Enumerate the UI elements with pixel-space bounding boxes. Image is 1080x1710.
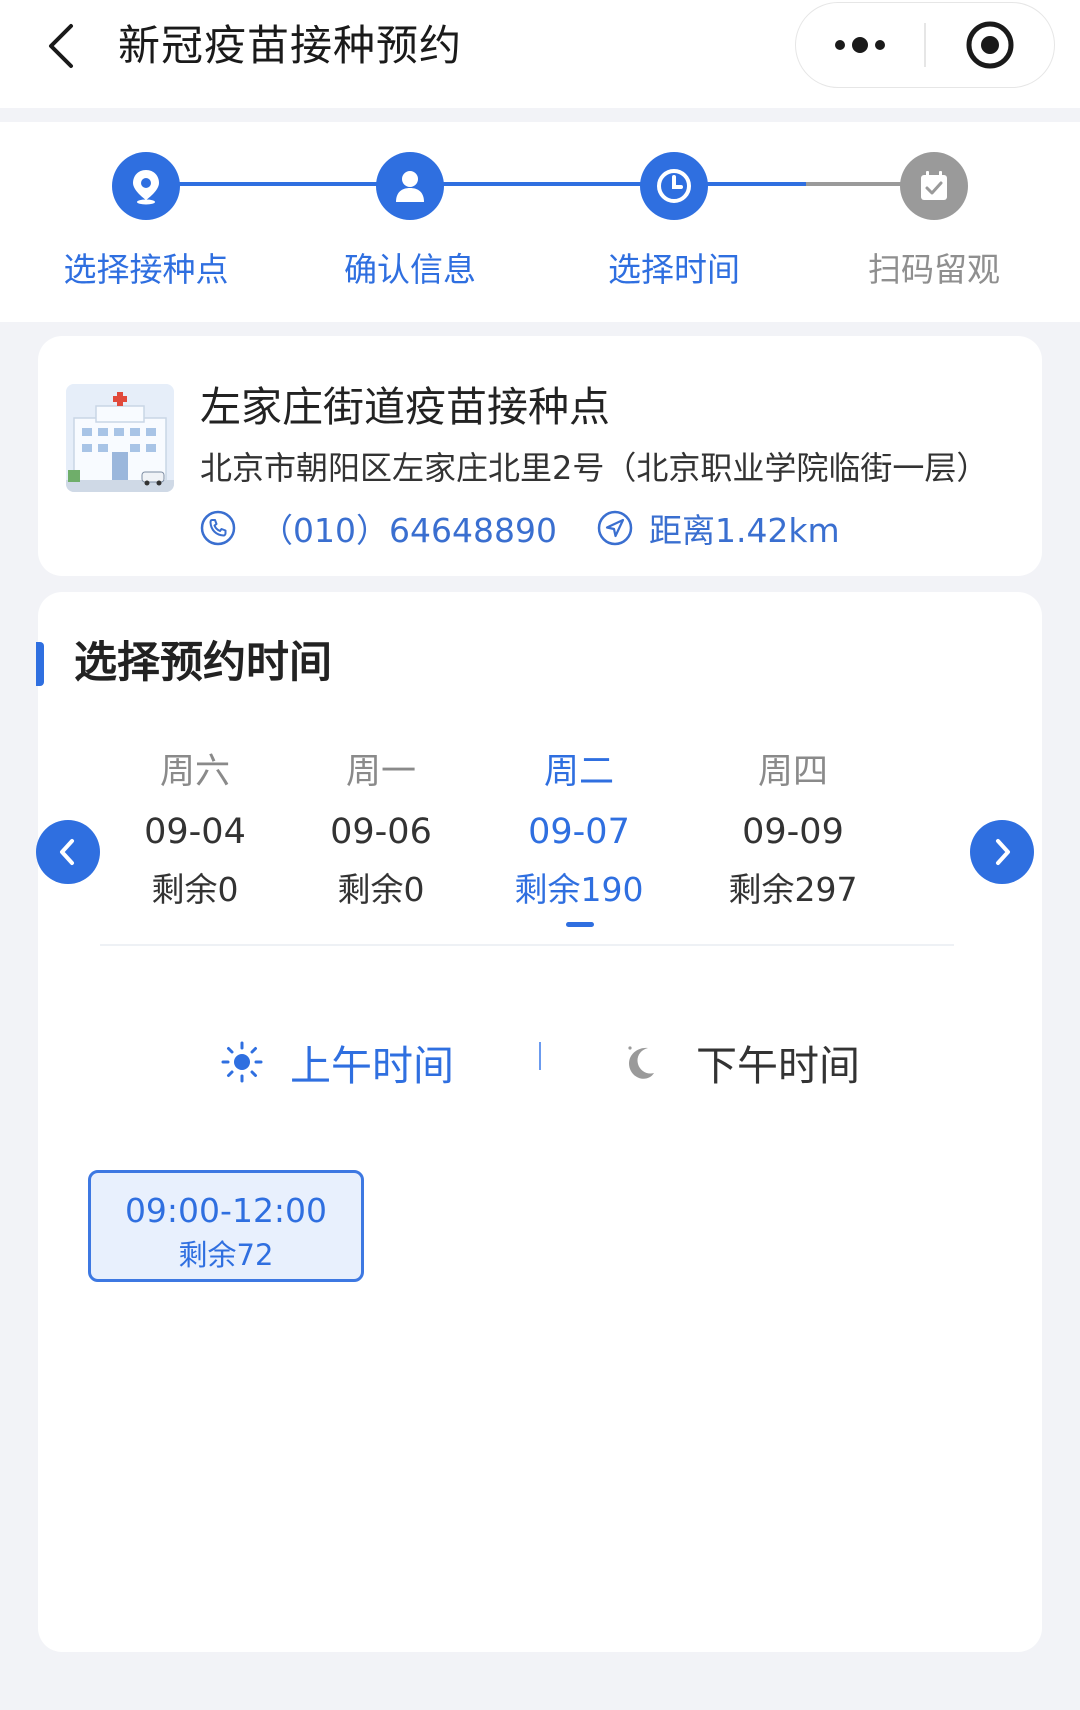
chevron-left-icon — [49, 24, 73, 68]
step-2-circle — [376, 152, 444, 220]
step-connector — [146, 182, 410, 186]
date-weekday: 周四 — [757, 752, 828, 792]
step-3-circle — [640, 152, 708, 220]
chevron-right-icon — [996, 839, 1010, 865]
mini-program-capsule — [795, 2, 1055, 88]
date-value: 09-06 — [330, 812, 432, 852]
date-weekday: 周一 — [345, 752, 416, 792]
hospital-building-icon — [66, 384, 174, 492]
period-divider — [539, 1042, 541, 1070]
date-value: 09-04 — [144, 812, 246, 852]
clock-icon — [657, 169, 691, 203]
close-mini-program-button[interactable] — [926, 3, 1055, 87]
prev-date-button[interactable] — [36, 820, 100, 884]
site-contact-row: （010）64648890 距离1.42km — [198, 506, 840, 550]
step-1-label: 选择接种点 — [63, 250, 229, 289]
location-pin-icon — [133, 170, 159, 205]
section-title: 选择预约时间 — [74, 638, 332, 688]
hospital-image — [66, 384, 174, 492]
more-button[interactable] — [796, 3, 924, 87]
step-1-circle — [112, 152, 180, 220]
sun-icon — [221, 1041, 263, 1083]
tab-morning[interactable]: 上午时间 — [220, 1032, 454, 1092]
time-slot-selected[interactable]: 09:00-12:00 剩余72 — [88, 1170, 364, 1282]
site-info-card: 左家庄街道疫苗接种点 北京市朝阳区左家庄北里2号（北京职业学院临街一层） （01… — [38, 336, 1042, 576]
date-remaining: 剩余297 — [728, 870, 858, 909]
step-2-label: 确认信息 — [344, 250, 476, 289]
site-name: 左家庄街道疫苗接种点 — [200, 383, 610, 431]
target-close-icon — [966, 21, 1014, 69]
date-remaining: 剩余0 — [151, 870, 239, 909]
date-option[interactable]: 周一 09-06 剩余0 — [296, 742, 466, 916]
top-nav-bar: 新冠疫苗接种预约 — [0, 0, 1080, 108]
date-selector: 周六 09-04 剩余0 周一 09-06 剩余0 周二 09-07 剩余190… — [36, 742, 1042, 942]
site-address: 北京市朝阳区左家庄北里2号（北京职业学院临街一层） — [200, 449, 989, 487]
period-tabs: 上午时间 下午时间 — [38, 1032, 1042, 1112]
step-connector — [410, 182, 674, 186]
date-remaining: 剩余0 — [337, 870, 425, 909]
tab-afternoon-label: 下午时间 — [696, 1042, 860, 1090]
distance-link[interactable]: 距离1.42km — [595, 504, 840, 552]
chevron-left-icon — [60, 839, 74, 865]
phone-number: （010）64648890 — [260, 511, 557, 550]
date-option[interactable]: 周六 09-04 剩余0 — [110, 742, 280, 916]
date-weekday: 周六 — [159, 752, 230, 792]
step-4-circle — [900, 152, 968, 220]
phone-icon — [198, 508, 238, 548]
more-dots-icon — [835, 37, 885, 53]
phone-link[interactable]: （010）64648890 — [198, 504, 557, 552]
date-divider — [100, 944, 954, 946]
section-marker — [36, 642, 44, 686]
distance-text: 距离1.42km — [648, 511, 840, 550]
step-4-label: 扫码留观 — [868, 250, 1000, 289]
tab-afternoon[interactable]: 下午时间 — [620, 1032, 860, 1092]
step-3-label: 选择时间 — [608, 250, 740, 289]
tab-morning-label: 上午时间 — [290, 1042, 454, 1090]
date-value: 09-07 — [528, 812, 630, 852]
calendar-check-icon — [921, 171, 947, 200]
date-weekday: 周二 — [543, 752, 614, 792]
time-slot-range: 09:00-12:00 — [124, 1191, 328, 1230]
time-slot-remaining: 剩余72 — [178, 1238, 274, 1272]
next-date-button[interactable] — [970, 820, 1034, 884]
navigation-icon — [595, 508, 635, 548]
user-icon — [396, 171, 424, 202]
time-selection-card: 选择预约时间 周六 09-04 剩余0 周一 09-06 剩余0 周二 09-0… — [36, 592, 1042, 1652]
date-value: 09-09 — [742, 812, 844, 852]
progress-steps: 选择接种点 确认信息 选择时间 扫码留观 — [0, 122, 1080, 322]
moon-icon — [628, 1046, 654, 1079]
date-option-selected[interactable]: 周二 09-07 剩余190 — [494, 742, 664, 927]
selected-date-indicator — [566, 922, 594, 927]
date-option[interactable]: 周四 09-09 剩余297 — [708, 742, 878, 916]
back-button[interactable] — [36, 22, 84, 70]
date-remaining: 剩余190 — [514, 870, 644, 909]
page-title: 新冠疫苗接种预约 — [118, 21, 463, 70]
